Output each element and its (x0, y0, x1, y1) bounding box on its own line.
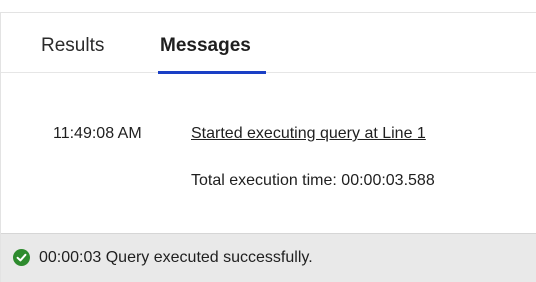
check-circle-icon (13, 249, 30, 266)
total-execution-time: Total execution time: 00:00:03.588 (191, 172, 435, 189)
messages-pane: 11:49:08 AM Started executing query at L… (1, 74, 536, 232)
message-timestamp: 11:49:08 AM (53, 125, 142, 142)
results-tab-bar: Results Messages (1, 13, 536, 74)
query-status-bar: 00:00:03 Query executed successfully. (1, 233, 536, 282)
status-message: 00:00:03 Query executed successfully. (39, 249, 313, 266)
query-results-panel: Results Messages 11:49:08 AM Started exe… (0, 0, 536, 282)
started-executing-link[interactable]: Started executing query at Line 1 (191, 124, 426, 143)
tab-messages[interactable]: Messages (160, 35, 251, 57)
tab-results[interactable]: Results (41, 35, 104, 57)
